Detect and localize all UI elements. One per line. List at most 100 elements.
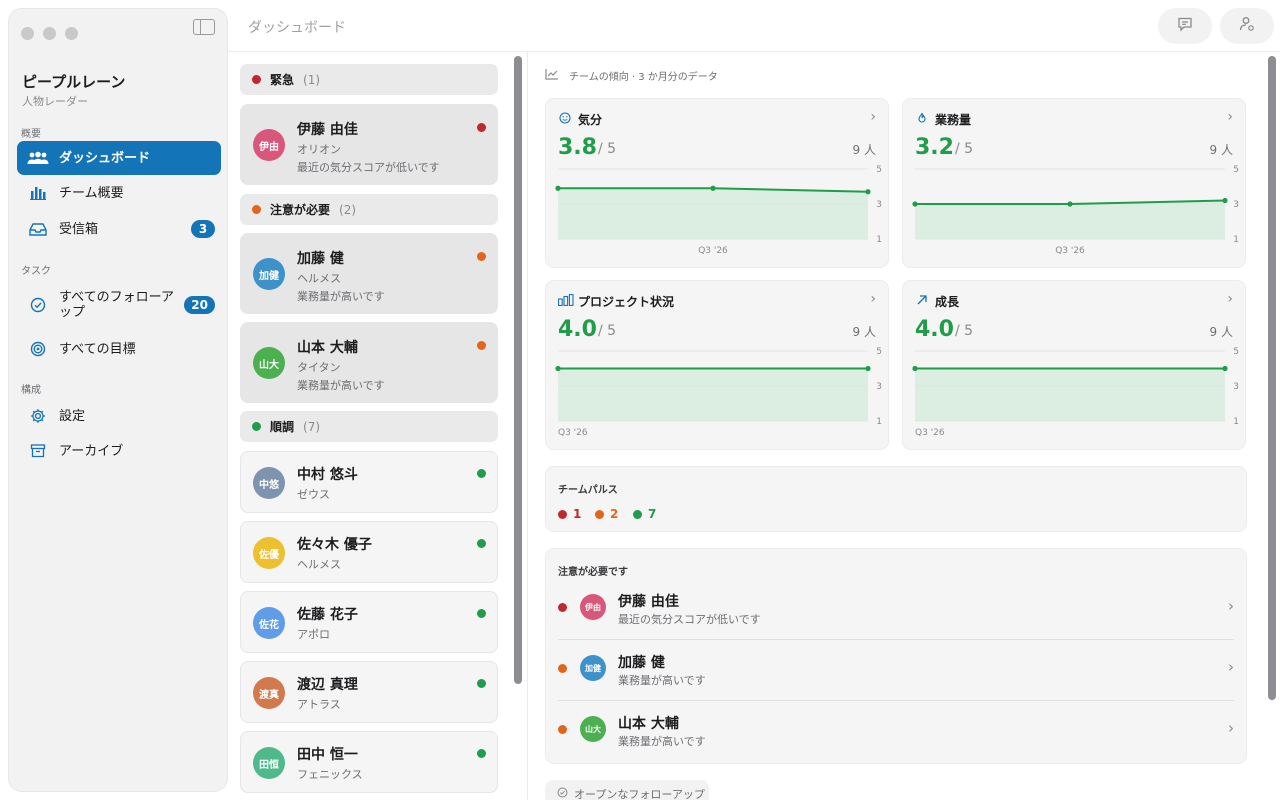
avatar: 伊由 [580, 594, 606, 620]
section-label-tasks: タスク [21, 266, 51, 277]
chat-button[interactable] [1158, 8, 1212, 44]
avatar: 伊由 [253, 129, 285, 161]
attention-row[interactable]: 山大 山本 大輔 業務量が高いです › [546, 701, 1248, 761]
group-header-needs-attention[interactable]: 注意が必要 (2) [240, 194, 498, 225]
sidebar-item-label: アーカイブ [59, 443, 124, 459]
metric-people-count: 9 人 [852, 325, 876, 339]
status-dot [558, 509, 567, 519]
minimize-window-button[interactable] [43, 27, 56, 40]
avatar: 山大 [580, 716, 606, 742]
metric-people-count: 9 人 [852, 143, 876, 157]
person-name: 加藤 健 [297, 251, 344, 267]
person-card[interactable]: 加健 加藤 健 ヘルメス 業務量が高いです [240, 233, 498, 314]
person-reason: 業務量が高いです [618, 674, 706, 687]
person-name: 佐々木 優子 [297, 537, 372, 553]
person-card[interactable]: 中悠 中村 悠斗 ゼウス [240, 451, 498, 513]
person-card[interactable]: 佐優 佐々木 優子 ヘルメス [240, 521, 498, 583]
sidebar-item-all-followups[interactable]: すべてのフォローアップ 20 [17, 287, 221, 323]
zoom-window-button[interactable] [65, 27, 78, 40]
trend-caption-text: チームの傾向 · 3 か月分のデータ [569, 72, 718, 83]
person-name: 中村 悠斗 [297, 467, 358, 483]
chevron-right-icon: › [1228, 658, 1234, 676]
data-point [912, 201, 918, 207]
close-window-button[interactable] [21, 27, 34, 40]
metric-scale: / 5 [955, 323, 974, 339]
group-header-on-track[interactable]: 順調 (7) [240, 411, 498, 442]
group-header-urgent[interactable]: 緊急 (1) [240, 64, 498, 95]
metric-card-mood[interactable]: 気分 › 3.8 / 5 9 人 5 3 1 Q3 '26 [545, 98, 889, 268]
person-name: 山本 大輔 [618, 716, 679, 732]
status-dot [558, 664, 567, 673]
metric-scale: / 5 [955, 141, 974, 157]
status-dot [477, 252, 486, 261]
metric-card-growth[interactable]: 成長 › 4.0 / 5 9 人 5 3 1 Q3 '26 [902, 280, 1246, 450]
person-card[interactable]: 伊由 伊藤 由佳 オリオン 最近の気分スコアが低いです [240, 104, 498, 185]
sidebar-item-all-goals[interactable]: すべての目標 [17, 332, 221, 366]
chevron-right-icon[interactable]: › [1227, 109, 1233, 125]
y-tick-label: 3 [1233, 382, 1239, 392]
chevron-right-icon[interactable]: › [870, 109, 876, 125]
x-tick-label: Q3 '26 [915, 428, 945, 438]
attention-row[interactable]: 加健 加藤 健 業務量が高いです › [546, 640, 1248, 700]
y-tick-label: 1 [876, 235, 882, 245]
y-tick-label: 3 [876, 200, 882, 210]
metric-title: 成長 [935, 295, 960, 309]
person-name: 加藤 健 [618, 655, 665, 671]
inbox-icon [27, 221, 49, 237]
sidebar-toggle-icon[interactable] [193, 19, 215, 35]
status-dot [477, 469, 486, 478]
series-area [558, 368, 868, 421]
metric-title: 気分 [578, 113, 603, 127]
attention-row[interactable]: 伊由 伊藤 由佳 最近の気分スコアが低いです › [546, 579, 1248, 639]
team-pulse-title: チームパルス [558, 485, 618, 496]
metric-chart-project-status: 5 3 1 Q3 '26 [555, 347, 882, 438]
person-team: アポロ [297, 628, 330, 641]
chevron-right-icon: › [1228, 597, 1234, 615]
person-card[interactable]: 山大 山本 大輔 タイタン 業務量が高いです [240, 322, 498, 403]
y-tick-label: 5 [1233, 347, 1239, 357]
chat-icon [1177, 16, 1193, 36]
metric-card-project-status[interactable]: プロジェクト状況 › 4.0 / 5 9 人 5 3 1 Q3 '26 [545, 280, 889, 450]
sidebar-item-dashboard[interactable]: ダッシュボード [17, 141, 221, 175]
y-tick-label: 1 [876, 417, 882, 427]
people-icon [27, 150, 49, 166]
data-point [555, 185, 561, 191]
check-circle-icon [27, 297, 49, 313]
pulse-count: 7 [648, 507, 657, 521]
person-reason: 業務量が高いです [297, 379, 385, 392]
person-card[interactable]: 佐花 佐藤 花子 アポロ [240, 591, 498, 653]
dashboard-main: チームの傾向 · 3 か月分のデータ 気分 › 3.8 / 5 9 人 5 3 1 Q… [529, 52, 1280, 800]
person-reason: 業務量が高いです [618, 735, 706, 748]
chevron-right-icon[interactable]: › [870, 291, 876, 307]
dashboard-scrollbar[interactable] [1268, 56, 1276, 700]
sidebar-item-archive[interactable]: アーカイブ [17, 434, 221, 468]
app-title: ピープルレーン [22, 73, 126, 91]
metric-card-workload[interactable]: 業務量 › 3.2 / 5 9 人 5 3 1 Q3 '26 [902, 98, 1246, 268]
person-card[interactable]: 渡真 渡辺 真理 アトラス [240, 661, 498, 723]
open-followups-tab[interactable]: オープンなフォローアップ [545, 780, 709, 800]
data-point [710, 185, 716, 191]
group-count: (1) [303, 72, 321, 87]
metric-header: 成長 [915, 293, 959, 310]
people-list-scrollbar[interactable] [514, 56, 522, 684]
sidebar-item-settings[interactable]: 設定 [17, 399, 221, 433]
avatar: 加健 [580, 655, 606, 681]
data-point [1222, 365, 1228, 372]
status-dot [477, 749, 486, 758]
trend-chart-icon [545, 68, 559, 83]
team-pulse-card: チームパルス 1 2 7 [545, 466, 1247, 532]
sidebar-item-inbox[interactable]: 受信箱 3 [17, 212, 221, 246]
sidebar-item-team-overview[interactable]: チーム概要 [17, 176, 221, 210]
person-settings-button[interactable] [1220, 8, 1274, 44]
trend-caption: チームの傾向 · 3 か月分のデータ [545, 68, 718, 83]
person-reason: 最近の気分スコアが低いです [297, 161, 440, 174]
chevron-right-icon[interactable]: › [1227, 291, 1233, 307]
pulse-on-track: 7 [633, 507, 656, 521]
person-name: 山本 大輔 [297, 340, 358, 356]
person-card[interactable]: 田恒 田中 恒一 フェニックス [240, 731, 498, 793]
status-dot [477, 539, 486, 548]
pulse-urgent: 1 [558, 507, 581, 521]
person-name: 伊藤 由佳 [297, 122, 358, 138]
metric-value: 4.0 [558, 317, 597, 342]
person-team: アトラス [297, 698, 341, 711]
